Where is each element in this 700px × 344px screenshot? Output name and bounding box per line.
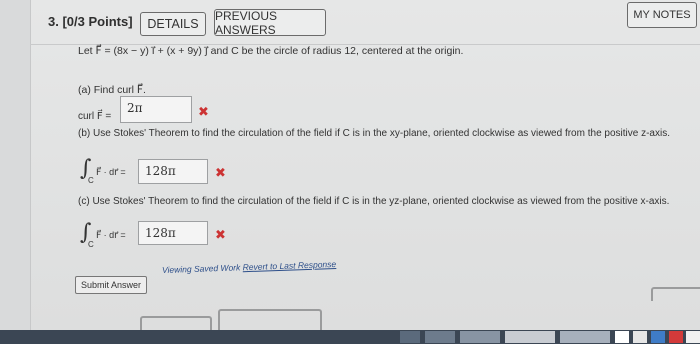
part-b-answer-input[interactable]: 128π [138,159,208,184]
part-b-integrand: F⃗ · dr⃗ = [96,167,126,177]
taskbar-app-icon[interactable] [560,331,610,343]
part-c-integrand: F⃗ · dr⃗ = [96,230,126,240]
problem-statement: Let F⃗ = (8x − y) i⃗ + (x + 9y) j⃗ and C… [78,45,464,57]
part-a-answer-label: curl F⃗ = [78,111,112,122]
question-number: 3. [0/3 Points] [48,14,133,29]
part-c-prompt: (c) Use Stokes' Theorem to find the circ… [78,196,670,207]
taskbar-app-icon[interactable] [686,331,700,343]
part-a-prompt: (a) Find curl F⃗. [78,84,146,96]
taskbar-app-icon[interactable] [505,331,555,343]
my-notes-button[interactable]: MY NOTES [627,2,697,28]
part-a-incorrect-icon: ✖ [198,104,209,119]
next-control-outline[interactable] [140,316,212,330]
taskbar-app-icon[interactable] [615,331,629,343]
part-c-incorrect-icon: ✖ [215,227,226,242]
part-b-incorrect-icon: ✖ [215,165,226,180]
previous-answers-button[interactable]: PREVIOUS ANSWERS [214,9,326,37]
part-c-answer-input[interactable]: 128π [138,221,208,245]
details-button[interactable]: DETAILS [140,12,206,36]
taskbar-app-icon[interactable] [669,331,683,343]
taskbar-app-icon[interactable] [651,331,665,343]
part-c-integral-contour: C [88,240,94,249]
part-b-integral-contour: C [88,176,94,185]
next-control-outline[interactable] [218,309,322,330]
taskbar-app-icon[interactable] [633,331,647,343]
taskbar-app-icon[interactable] [460,331,500,343]
taskbar-app-icon[interactable] [425,331,455,343]
next-control-outline[interactable] [651,287,700,301]
taskbar [0,330,700,344]
part-b-prompt: (b) Use Stokes' Theorem to find the circ… [78,128,670,139]
taskbar-app-icon[interactable] [400,331,420,343]
part-a-answer-input[interactable]: 2π [120,96,192,123]
submit-answer-button[interactable]: Submit Answer [75,276,147,294]
